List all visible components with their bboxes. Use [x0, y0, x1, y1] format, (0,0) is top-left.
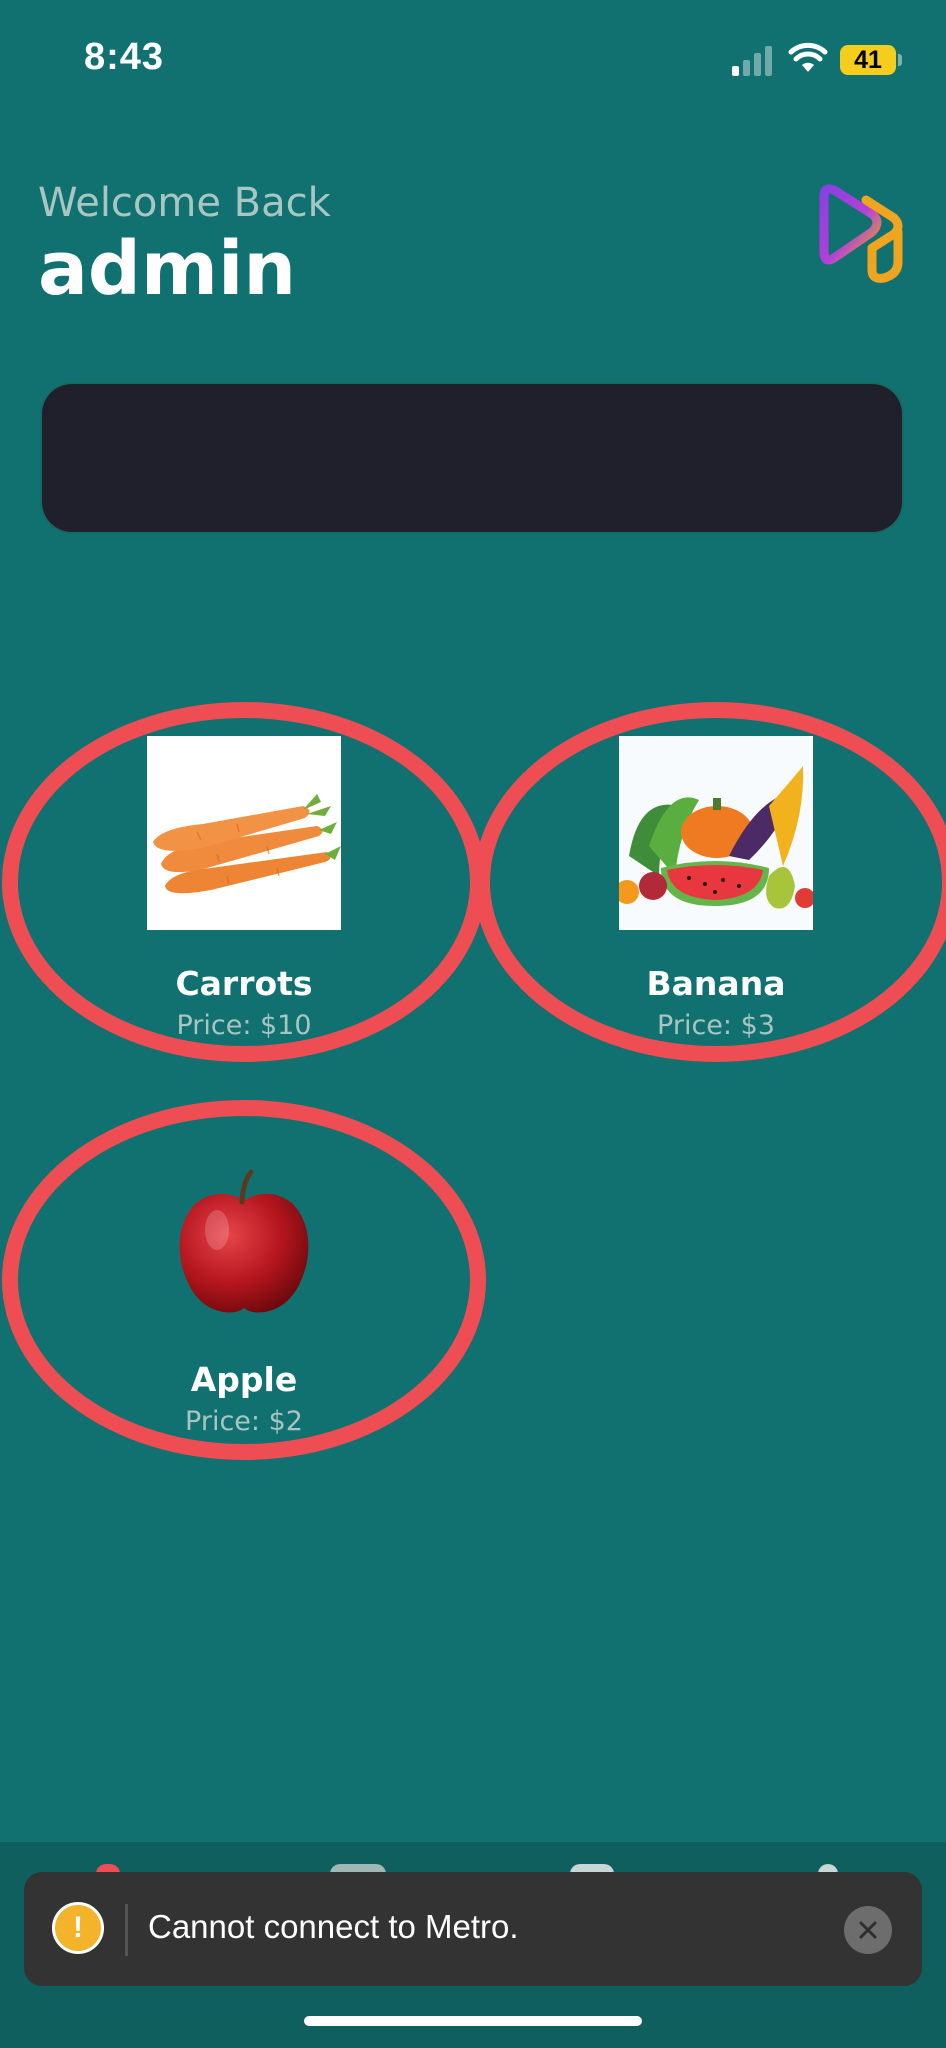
close-icon[interactable] [844, 1906, 892, 1954]
status-time: 8:43 [84, 36, 165, 78]
carrots-image [147, 736, 341, 930]
product-card-carrots[interactable]: Carrots Price: $10 [2, 702, 486, 1062]
product-name: Apple [190, 1360, 298, 1399]
username-title: admin [38, 226, 297, 312]
product-name: Banana [646, 964, 786, 1003]
home-indicator[interactable] [304, 2016, 642, 2026]
wifi-icon [788, 42, 828, 72]
app-logo-icon[interactable] [812, 182, 908, 286]
battery-cap [898, 54, 902, 66]
toast-message: Cannot connect to Metro. [148, 1908, 519, 1945]
status-bar: 8:43 41 [0, 0, 946, 120]
battery-icon: 41 [840, 45, 896, 75]
vegetables-image [619, 736, 813, 930]
apple-image [147, 1150, 341, 1344]
product-card-apple[interactable]: Apple Price: $2 [2, 1100, 486, 1460]
toast-divider [125, 1904, 128, 1956]
signal-icon [732, 46, 772, 76]
warning-icon: ! [52, 1902, 104, 1954]
error-toast[interactable]: ! Cannot connect to Metro. [24, 1872, 922, 1986]
welcome-label: Welcome Back [38, 180, 331, 226]
product-price: Price: $2 [185, 1406, 303, 1437]
product-card-banana[interactable]: Banana Price: $3 [474, 702, 946, 1062]
banner[interactable] [42, 384, 902, 532]
product-price: Price: $10 [176, 1010, 312, 1041]
product-name: Carrots [175, 964, 313, 1003]
product-price: Price: $3 [657, 1010, 775, 1041]
